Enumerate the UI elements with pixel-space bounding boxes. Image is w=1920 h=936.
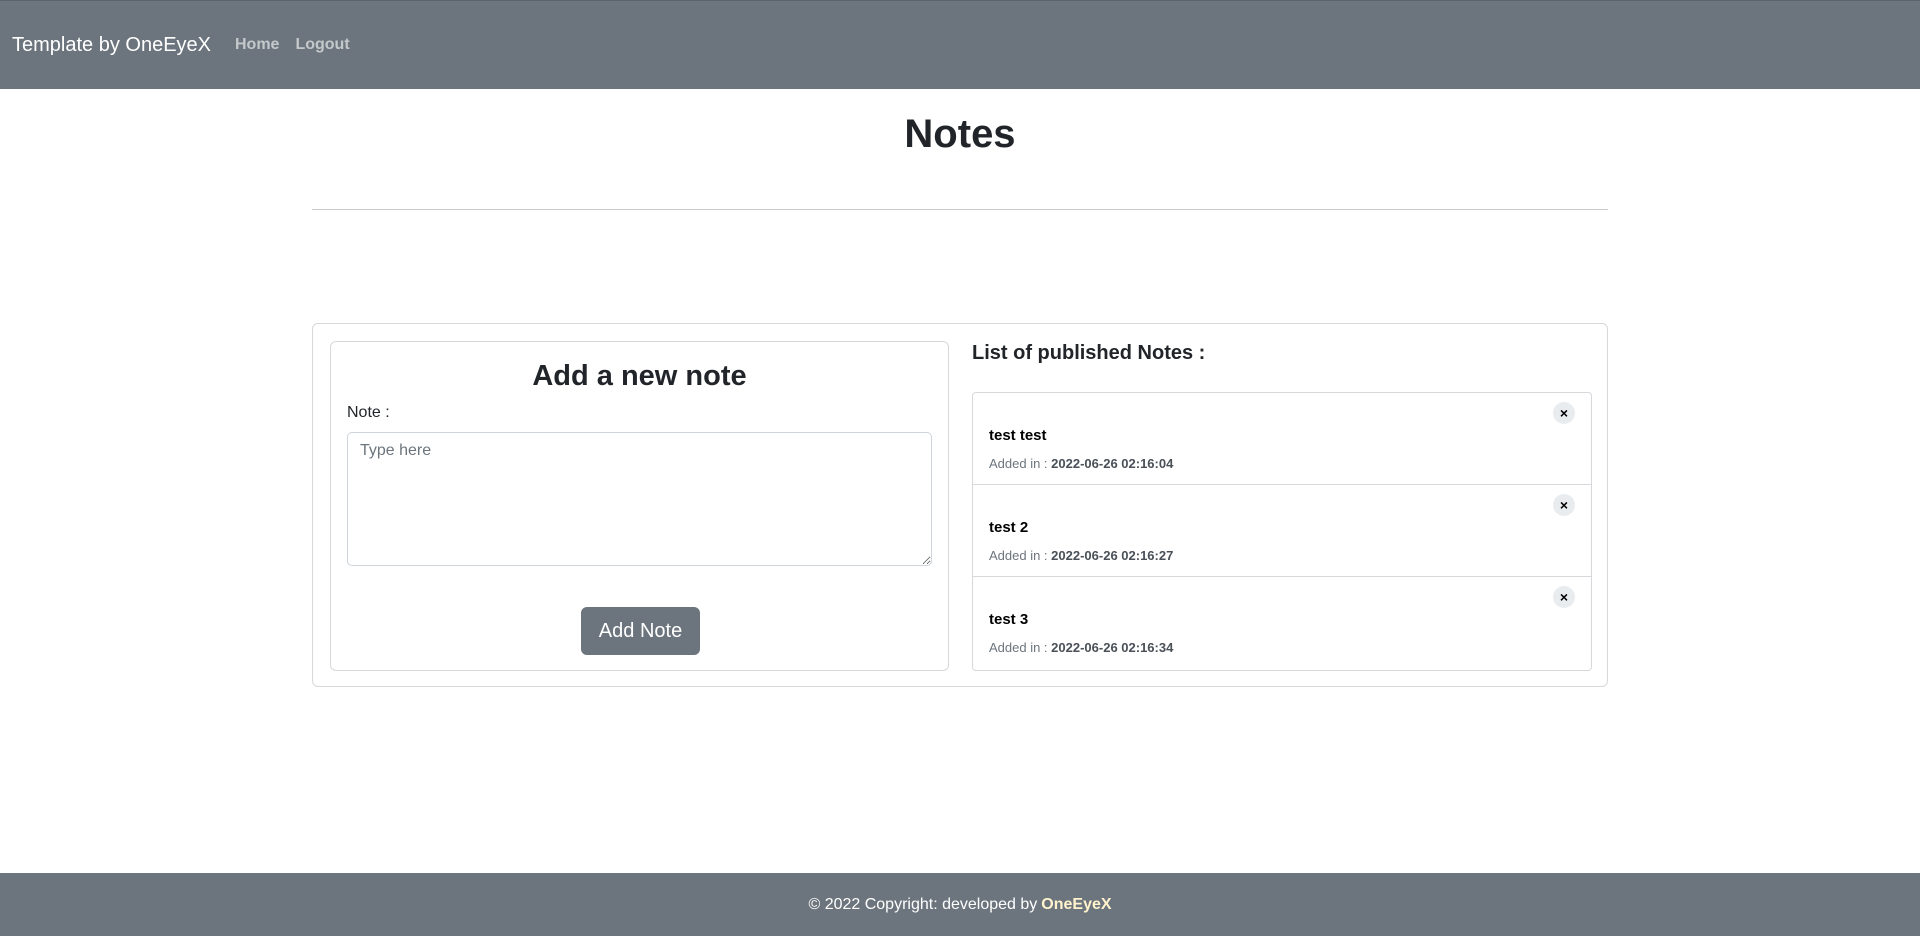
note-item: × test test Added in : 2022-06-26 02:16:…: [973, 393, 1591, 485]
footer-copyright: © 2022 Copyright: developed by: [808, 895, 1038, 913]
note-date-value: 2022-06-26 02:16:04: [1051, 456, 1174, 471]
note-date-value: 2022-06-26 02:16:34: [1051, 640, 1174, 655]
form-title: Add a new note: [532, 360, 747, 392]
note-item: × test 2 Added in : 2022-06-26 02:16:27: [973, 485, 1591, 577]
navbar-brand[interactable]: Template by OneEyeX: [12, 34, 211, 57]
note-date-prefix: Added in :: [989, 456, 1048, 471]
delete-note-button[interactable]: ×: [1553, 402, 1575, 424]
note-textarea[interactable]: [347, 432, 932, 566]
delete-note-button[interactable]: ×: [1553, 494, 1575, 516]
title-divider: [312, 209, 1608, 210]
notes-card: Add a new note Note : Add Note List of p…: [312, 323, 1608, 687]
note-date: Added in : 2022-06-26 02:16:34: [989, 640, 1173, 655]
note-date: Added in : 2022-06-26 02:16:27: [989, 548, 1173, 563]
page-title: Notes: [904, 112, 1016, 156]
top-navbar: Template by OneEyeX Home Logout: [0, 0, 1920, 89]
page-footer: © 2022 Copyright: developed by OneEyeX: [0, 873, 1920, 936]
note-title: test test: [989, 427, 1047, 444]
add-note-button[interactable]: Add Note: [581, 607, 700, 655]
footer-brand-link[interactable]: OneEyeX: [1041, 896, 1111, 914]
note-date-value: 2022-06-26 02:16:27: [1051, 548, 1174, 563]
delete-note-button[interactable]: ×: [1553, 586, 1575, 608]
note-date-prefix: Added in :: [989, 548, 1048, 563]
note-label: Note :: [347, 404, 390, 421]
note-title: test 2: [989, 519, 1029, 536]
note-date-prefix: Added in :: [989, 640, 1048, 655]
notes-list-title: List of published Notes :: [972, 342, 1206, 364]
nav-link-home[interactable]: Home: [235, 36, 279, 54]
add-note-form: Add a new note Note : Add Note: [330, 341, 949, 671]
note-title: test 3: [989, 611, 1029, 628]
notes-list: × test test Added in : 2022-06-26 02:16:…: [972, 392, 1592, 671]
note-item: × test 3 Added in : 2022-06-26 02:16:34: [973, 577, 1591, 669]
note-date: Added in : 2022-06-26 02:16:04: [989, 456, 1173, 471]
nav-link-logout[interactable]: Logout: [295, 36, 349, 54]
